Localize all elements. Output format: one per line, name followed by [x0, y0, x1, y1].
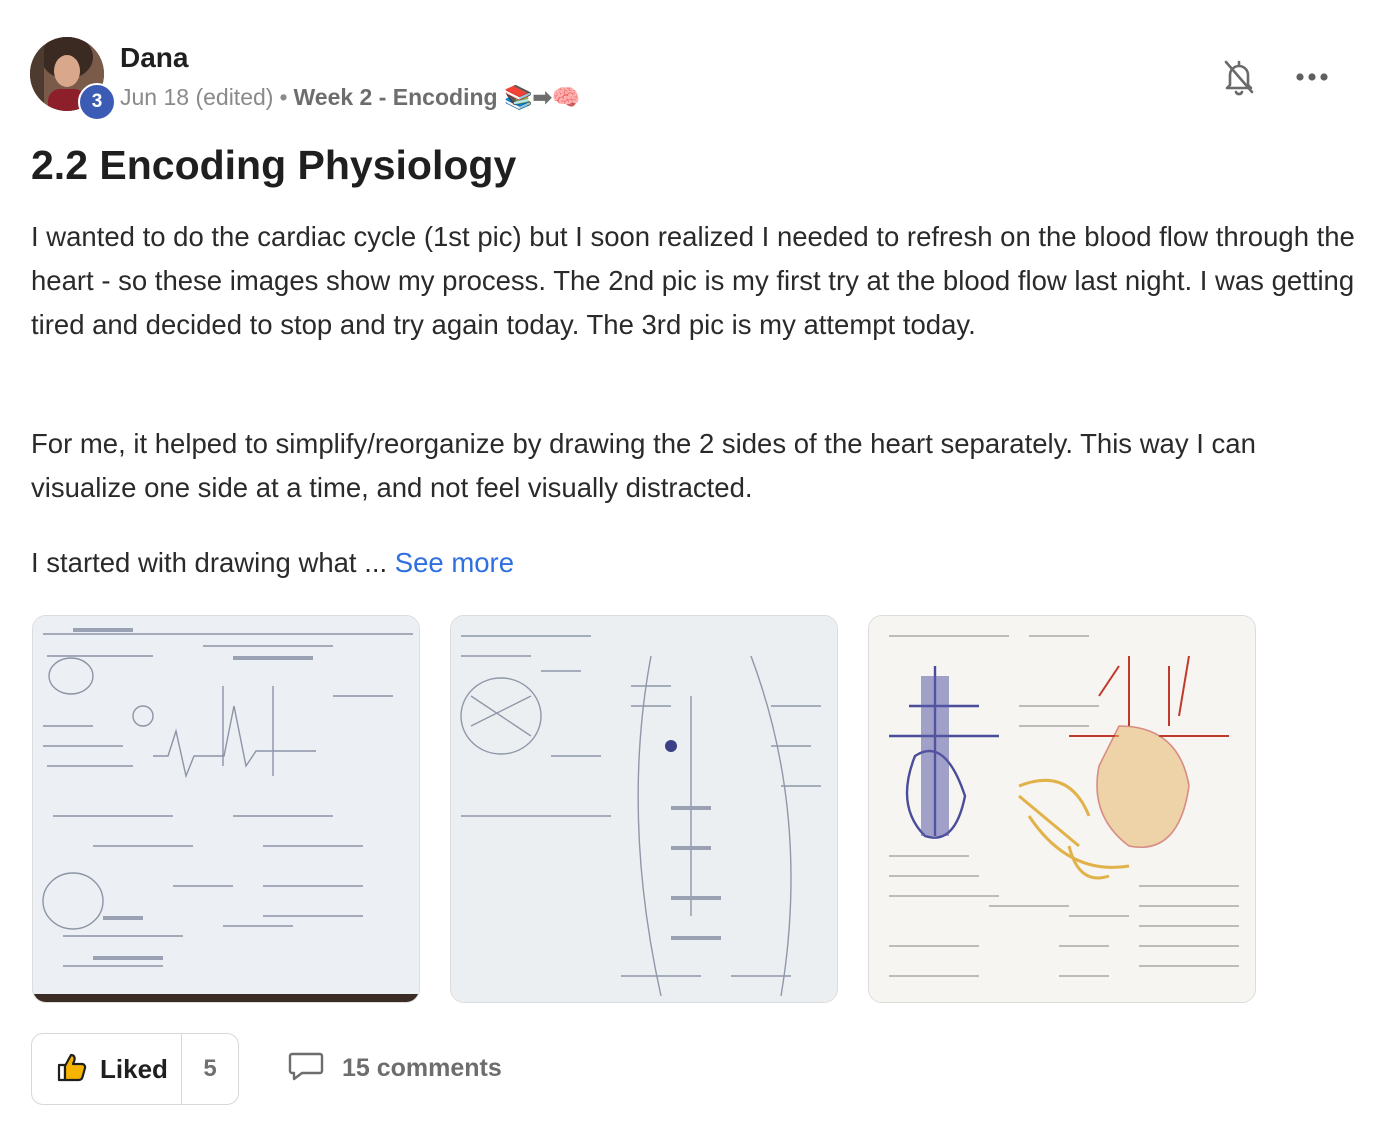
see-more-link[interactable]: See more	[395, 547, 514, 578]
post-title: 2.2 Encoding Physiology	[31, 142, 517, 188]
post-image-2[interactable]	[450, 615, 838, 1003]
level-badge: 3	[78, 83, 116, 121]
like-button-group: Liked 5	[31, 1033, 239, 1105]
thumbs-up-icon	[56, 1052, 88, 1087]
comments-count: 15 comments	[342, 1054, 502, 1082]
bell-off-icon[interactable]	[1222, 58, 1256, 96]
post-body-paragraph-2: For me, it helped to simplify/reorganize…	[31, 428, 1256, 503]
post-date: Jun 18 (edited)	[120, 84, 274, 110]
post-image-1[interactable]	[32, 615, 420, 1003]
comment-icon	[288, 1050, 324, 1087]
post-category[interactable]: Week 2 - Encoding 📚➡🧠	[294, 84, 581, 111]
post-body-excerpt: I started with drawing what ...	[31, 547, 395, 578]
post-body-paragraph-3: I started with drawing what ... See more	[31, 541, 1361, 585]
post-image-3[interactable]	[868, 615, 1256, 1003]
post-body-paragraph-1: I wanted to do the cardiac cycle (1st pi…	[31, 221, 1355, 340]
like-button[interactable]: Liked	[32, 1034, 182, 1104]
like-count[interactable]: 5	[182, 1055, 238, 1083]
meta-separator: •	[279, 84, 288, 110]
post-meta: Jun 18 (edited) • Week 2 - Encoding 📚➡🧠	[120, 84, 581, 111]
more-horizontal-icon[interactable]	[1292, 62, 1332, 92]
author-avatar[interactable]: 3	[30, 37, 116, 121]
author-name[interactable]: Dana	[120, 42, 188, 74]
comments-button[interactable]: 15 comments	[288, 1050, 502, 1087]
like-label: Liked	[100, 1053, 168, 1084]
